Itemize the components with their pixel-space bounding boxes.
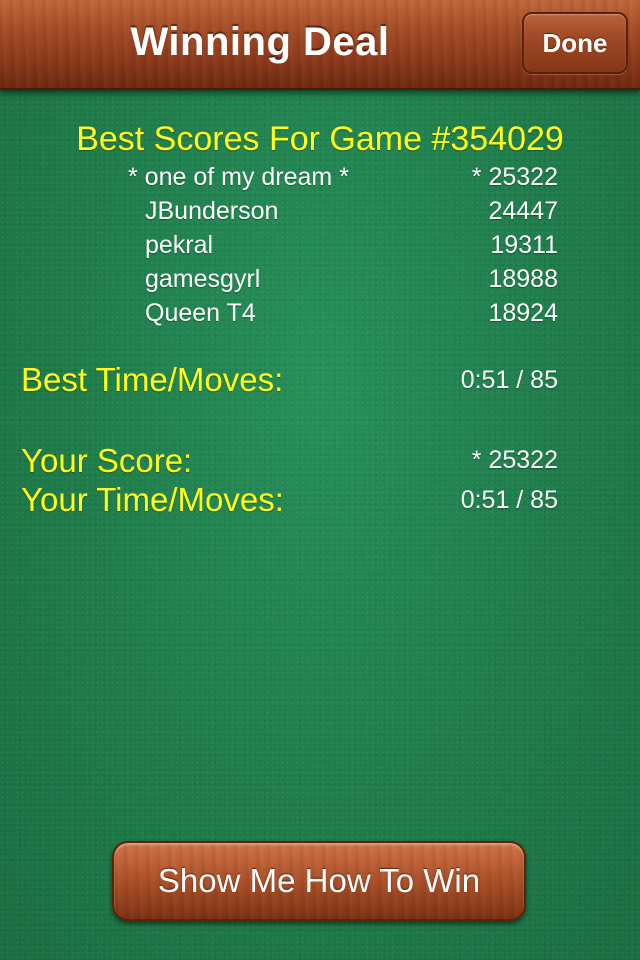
- done-button[interactable]: Done: [522, 12, 628, 74]
- score-row: JBunderson 24447: [0, 194, 640, 228]
- your-score-value: * 25322: [471, 446, 558, 474]
- best-scores-title: Best Scores For Game #354029: [76, 120, 564, 158]
- best-scores-list: * one of my dream * * 25322 JBunderson 2…: [0, 160, 640, 330]
- score-row: Queen T4 18924: [0, 296, 640, 330]
- score-player-name: JBunderson: [145, 197, 279, 225]
- score-row: gamesgyrl 18988: [0, 262, 640, 296]
- nav-bar: Winning Deal Done: [0, 0, 640, 90]
- score-value: 24447: [488, 197, 558, 225]
- score-player-name: pekral: [145, 231, 214, 259]
- score-value: * 25322: [471, 163, 558, 191]
- your-time-value: 0:51 / 85: [460, 486, 558, 514]
- best-time-value: 0:51 / 85: [460, 366, 558, 394]
- score-value: 18924: [488, 299, 558, 327]
- your-time-label: Your Time/Moves:: [21, 481, 284, 518]
- score-player-name: Queen T4: [145, 299, 256, 327]
- score-value: 19311: [490, 231, 558, 259]
- score-row: pekral 19311: [0, 228, 640, 262]
- page-title: Winning Deal: [130, 20, 390, 64]
- score-player-name: * one of my dream *: [128, 163, 349, 191]
- score-row: * one of my dream * * 25322: [0, 160, 640, 194]
- score-player-name: gamesgyrl: [145, 265, 261, 293]
- best-time-label: Best Time/Moves:: [21, 361, 284, 398]
- score-value: 18988: [488, 265, 558, 293]
- your-score-label: Your Score:: [21, 442, 193, 479]
- show-me-how-to-win-button[interactable]: Show Me How To Win: [112, 841, 526, 921]
